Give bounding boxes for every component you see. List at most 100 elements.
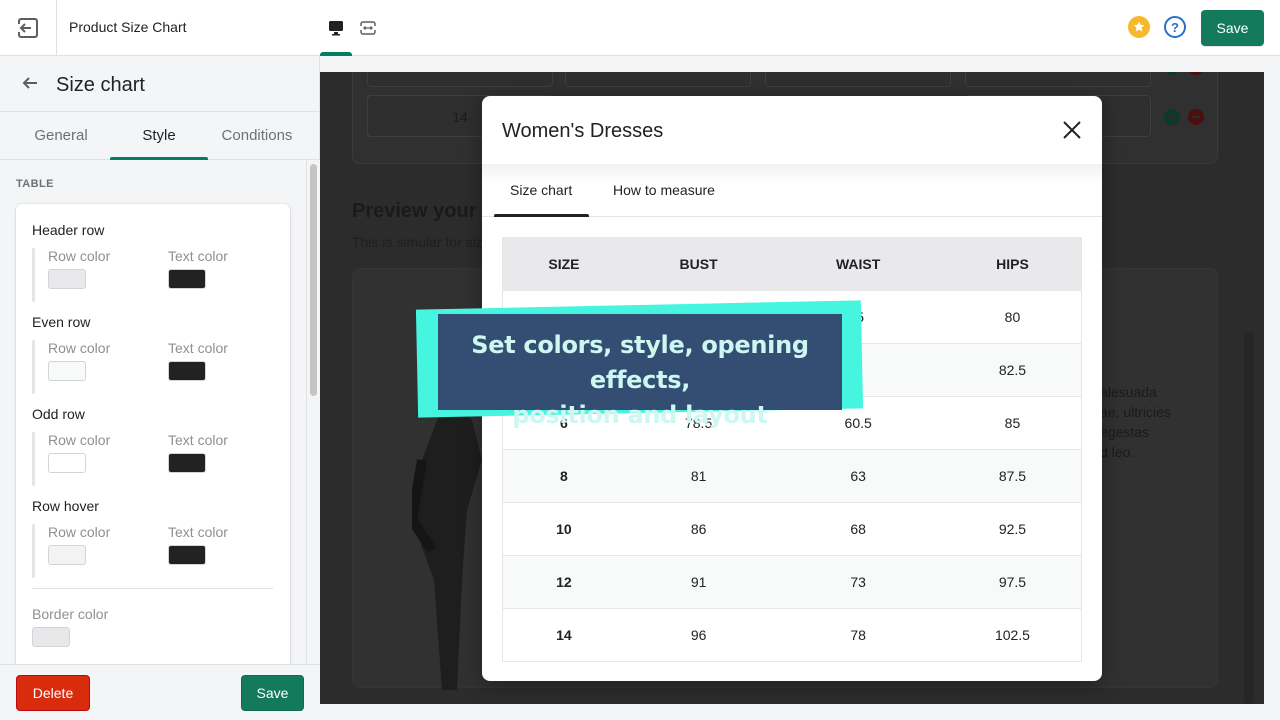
desktop-view-button[interactable] (323, 14, 349, 42)
add-row-icon[interactable] (1164, 109, 1180, 125)
even-row-color-swatch[interactable] (48, 361, 86, 381)
bust-cell: 96 (624, 608, 773, 662)
group-even-row: Even row Row color Text color (32, 314, 272, 394)
column-header-waist: WAIST (772, 237, 944, 291)
sidebar-save-button[interactable]: Save (241, 675, 304, 711)
hover-text-color-swatch[interactable] (168, 545, 206, 565)
group-odd-row: Odd row Row color Text color (32, 406, 272, 486)
size-cell: 8 (502, 449, 625, 503)
active-tab-indicator (494, 214, 589, 217)
back-arrow-icon[interactable] (20, 73, 40, 93)
waist-cell: 63 (772, 449, 944, 503)
table-header-row: SIZE BUST WAIST HIPS (502, 237, 1082, 291)
sidebar-scrollbar-thumb[interactable] (310, 164, 317, 396)
active-view-indicator (320, 52, 352, 56)
waist-cell: 68 (772, 502, 944, 556)
header-row-color-swatch[interactable] (48, 269, 86, 289)
preview-heading: Preview your s (352, 200, 494, 222)
table-row: 12 91 73 97.5 (502, 555, 1082, 609)
settings-sidebar: Size chart General Style Conditions TABL… (0, 56, 320, 720)
table-row: 14 96 78 102.5 (502, 608, 1082, 662)
hips-cell: 87.5 (943, 449, 1082, 503)
hips-cell: 82.5 (943, 343, 1082, 397)
exit-icon (17, 17, 38, 38)
hips-cell: 102.5 (943, 608, 1082, 662)
sidebar-tabs: General Style Conditions (0, 112, 319, 160)
add-row-icon[interactable] (1164, 72, 1180, 75)
modal-title: Women's Dresses (502, 120, 664, 142)
preview-description: alesuada ae, ultricies egestas d leo. (1100, 382, 1171, 462)
hover-row-color-swatch[interactable] (48, 545, 86, 565)
sidebar-title: Size chart (56, 74, 145, 96)
close-icon[interactable] (1060, 118, 1084, 142)
review-star-button[interactable] (1128, 16, 1150, 38)
exit-button[interactable] (0, 0, 57, 55)
banner-line-2: position and layout (512, 401, 768, 429)
promo-banner: Set colors, style, opening effects, posi… (438, 314, 842, 429)
size-cell: 10 (502, 502, 625, 556)
modal-tabs: Size chart How to measure (482, 164, 1102, 217)
delete-button[interactable]: Delete (16, 675, 90, 711)
column-header-bust: BUST (624, 237, 773, 291)
group-indent-bar (32, 340, 35, 394)
group-indent-bar (32, 432, 35, 486)
preview-scrollbar[interactable] (1244, 332, 1254, 704)
even-text-color-swatch[interactable] (168, 361, 206, 381)
remove-row-icon[interactable] (1188, 72, 1204, 75)
help-icon[interactable]: ? (1164, 16, 1186, 38)
header-text-color-swatch[interactable] (168, 269, 206, 289)
save-button[interactable]: Save (1201, 10, 1264, 46)
odd-text-color-swatch[interactable] (168, 453, 206, 473)
description-line: d leo. (1100, 444, 1135, 460)
app-title: Product Size Chart (69, 19, 187, 35)
table-style-card: Header row Row color Text color Even row… (16, 204, 290, 664)
bust-cell: 81 (624, 449, 773, 503)
group-indent-bar (32, 524, 35, 578)
group-title: Header row (32, 222, 105, 238)
tab-size-chart[interactable]: Size chart (510, 164, 572, 217)
star-icon (1133, 21, 1145, 32)
sidebar-header: Size chart (0, 56, 319, 112)
border-color-label: Border color (32, 606, 109, 622)
tab-general[interactable]: General (12, 112, 110, 159)
row-color-label: Row color (48, 432, 111, 448)
full-width-view-button[interactable] (355, 14, 381, 42)
preview-subtext: This is simular for siz (352, 234, 483, 250)
model-photo (412, 400, 482, 690)
border-color-swatch[interactable] (32, 627, 70, 647)
row-color-label: Row color (48, 248, 111, 264)
remove-row-icon[interactable] (1188, 109, 1204, 125)
tab-conditions[interactable]: Conditions (208, 112, 306, 159)
description-line: ae, ultricies (1100, 404, 1171, 420)
waist-cell[interactable]: 73 (765, 72, 951, 87)
hips-cell: 85 (943, 396, 1082, 450)
column-header-size: SIZE (502, 237, 625, 291)
description-line: alesuada (1100, 384, 1157, 400)
banner-line-1: Set colors, style, opening effects, (471, 331, 809, 394)
description-line: egestas (1100, 424, 1150, 440)
sidebar-footer: Delete Save (0, 664, 320, 720)
hips-cell: 92.5 (943, 502, 1082, 556)
tab-how-to-measure[interactable]: How to measure (613, 164, 715, 217)
table-row: 8 81 63 87.5 (502, 449, 1082, 503)
group-row-hover: Row hover Row color Text color (32, 498, 272, 578)
group-indent-bar (32, 248, 35, 302)
sidebar-scroll-area: TABLE Header row Row color Text color Ev… (0, 160, 320, 664)
bust-cell: 86 (624, 502, 773, 556)
table-row: 10 86 68 92.5 (502, 502, 1082, 556)
text-color-label: Text color (168, 340, 228, 356)
section-label-table: TABLE (16, 178, 54, 190)
text-color-label: Text color (168, 524, 228, 540)
tab-style[interactable]: Style (110, 112, 208, 160)
size-cell[interactable]: 12 (367, 72, 553, 87)
row-color-label: Row color (48, 340, 111, 356)
size-cell: 14 (502, 608, 625, 662)
group-title: Row hover (32, 498, 99, 514)
text-color-label: Text color (168, 248, 228, 264)
odd-row-color-swatch[interactable] (48, 453, 86, 473)
hips-cell[interactable]: 97.5 (965, 72, 1151, 87)
bust-cell[interactable]: 91 (565, 72, 751, 87)
sidebar-scrollbar[interactable] (306, 160, 320, 664)
group-title: Odd row (32, 406, 85, 422)
border-color-field: Border color (32, 606, 108, 647)
